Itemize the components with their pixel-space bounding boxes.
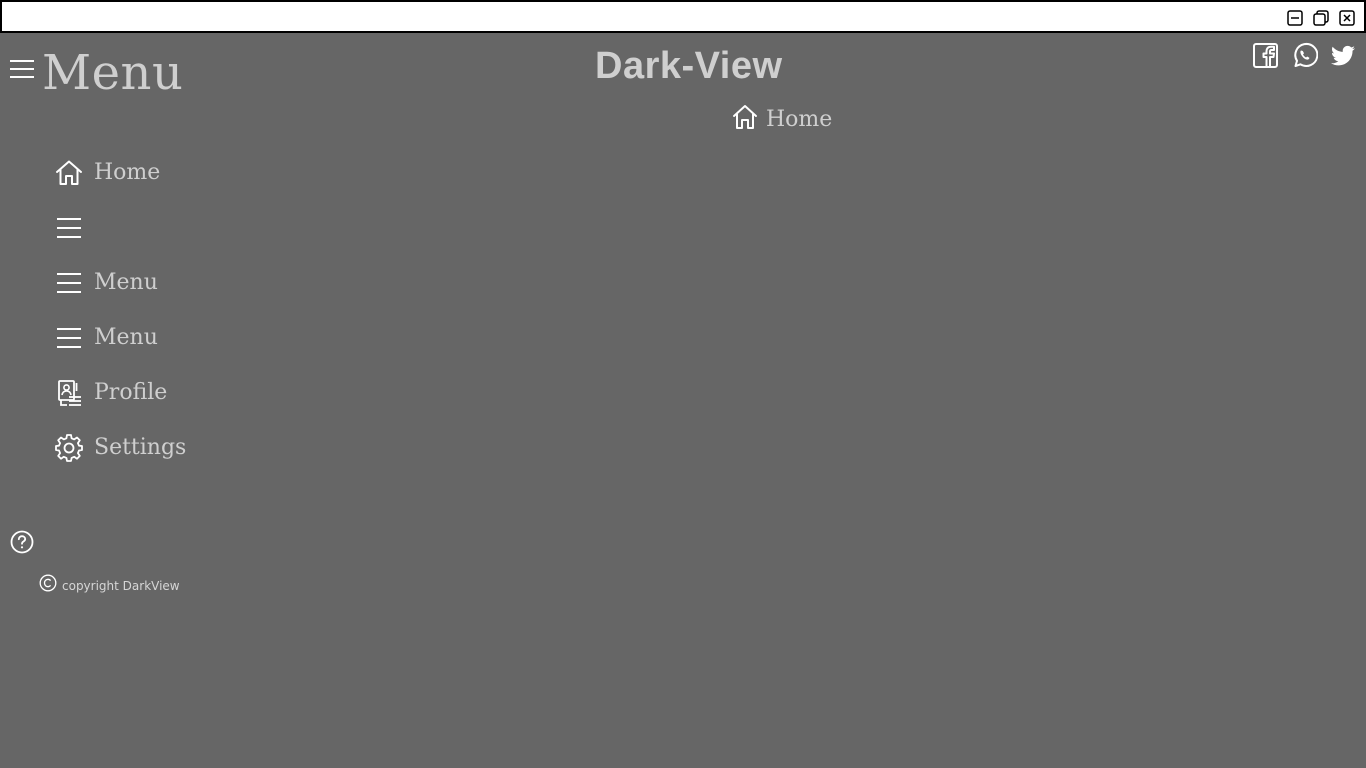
sidebar-item-menu-2[interactable]: Menu bbox=[55, 310, 315, 365]
copyright-icon bbox=[39, 574, 57, 597]
menu-title: Menu bbox=[42, 45, 184, 101]
profile-icon bbox=[55, 379, 83, 407]
window-titlebar bbox=[0, 0, 1366, 33]
breadcrumb-label: Home bbox=[766, 106, 833, 132]
minimize-icon[interactable] bbox=[1286, 9, 1304, 27]
copyright: copyright DarkView bbox=[39, 574, 180, 597]
sidebar-item-menu[interactable]: Menu bbox=[55, 255, 315, 310]
sidebar-item-label: Settings bbox=[94, 434, 187, 460]
help-icon[interactable] bbox=[10, 530, 34, 554]
home-icon bbox=[55, 159, 83, 187]
sidebar-nav: Home Menu Menu Profile Settings bbox=[55, 145, 315, 475]
copyright-text: copyright DarkView bbox=[62, 578, 180, 593]
restore-icon[interactable] bbox=[1312, 9, 1330, 27]
window-controls bbox=[1286, 9, 1356, 27]
gear-icon bbox=[55, 433, 83, 462]
sidebar-item-home[interactable]: Home bbox=[55, 145, 315, 200]
sidebar-item-menu-toggle[interactable] bbox=[55, 200, 315, 255]
hamburger-icon[interactable] bbox=[9, 58, 35, 80]
twitter-icon[interactable] bbox=[1330, 42, 1357, 69]
hamburger-icon bbox=[55, 324, 83, 352]
app-content: Menu Dark-View Home Home Menu Menu Profi… bbox=[0, 33, 1366, 768]
whatsapp-icon[interactable] bbox=[1291, 42, 1319, 69]
sidebar-item-profile[interactable]: Profile bbox=[55, 365, 315, 420]
app-title: Dark-View bbox=[595, 45, 783, 87]
close-icon[interactable] bbox=[1338, 9, 1356, 27]
breadcrumb: Home bbox=[731, 103, 832, 136]
sidebar-item-label: Home bbox=[94, 159, 161, 185]
facebook-icon[interactable] bbox=[1252, 42, 1279, 69]
hamburger-icon bbox=[55, 269, 83, 297]
hamburger-icon bbox=[55, 214, 83, 242]
sidebar-item-label: Profile bbox=[94, 379, 168, 405]
social-links bbox=[1252, 42, 1357, 69]
sidebar-item-settings[interactable]: Settings bbox=[55, 420, 315, 475]
sidebar-item-label: Menu bbox=[94, 324, 158, 350]
home-icon bbox=[731, 103, 759, 136]
sidebar-item-label: Menu bbox=[94, 269, 158, 295]
